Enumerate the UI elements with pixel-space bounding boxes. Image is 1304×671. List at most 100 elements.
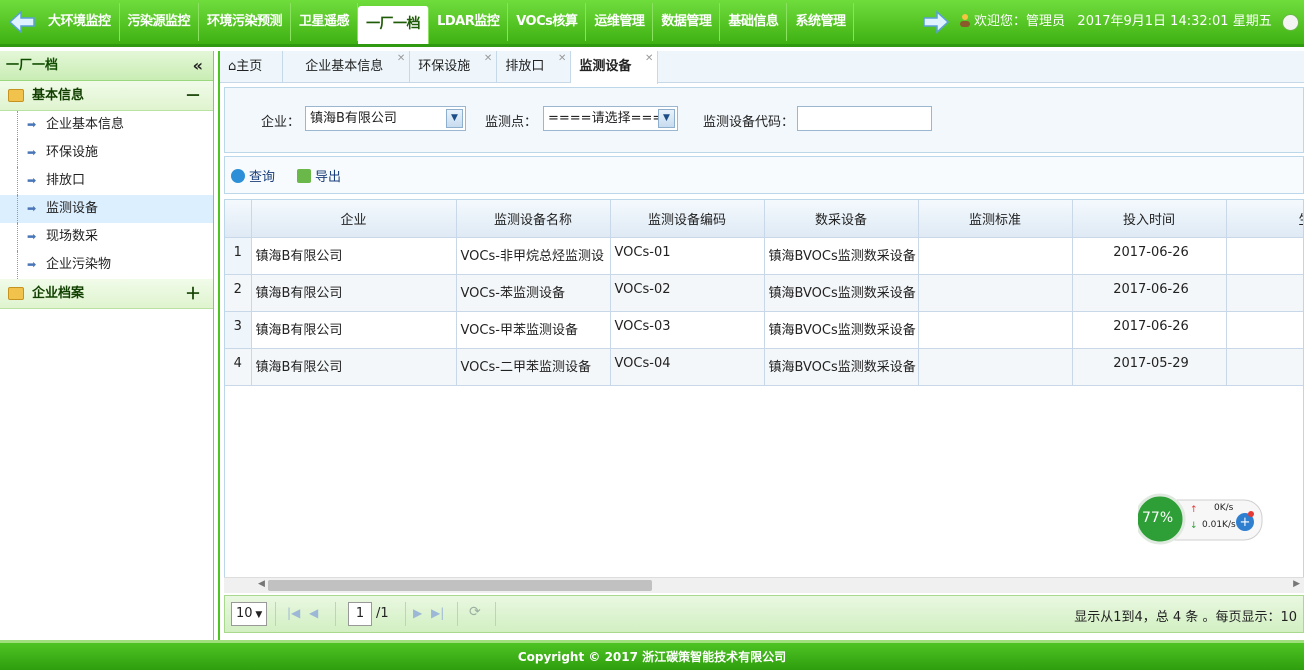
menu-item-pollution-source[interactable]: 污染源监控 [120, 3, 200, 41]
scroll-left-icon[interactable]: ◀ [258, 579, 265, 589]
toolbar: 查询 导出 [224, 156, 1304, 194]
collapse-group-icon[interactable]: － [185, 81, 201, 111]
menu-item-one-factory-one-file[interactable]: 一厂一档 [358, 6, 430, 44]
cell-enterprise: 镇海B有限公司 [251, 274, 457, 312]
menu-item-satellite[interactable]: 卫星遥感 [291, 3, 359, 41]
first-page-icon[interactable]: |◀ [287, 606, 300, 620]
arrow-icon: ➡ [27, 118, 37, 131]
column-header[interactable]: 企业 [251, 200, 457, 238]
collapse-sidebar-icon[interactable]: « [193, 51, 203, 81]
point-select-value: ====请选择=== [548, 111, 664, 126]
sidebar-group-enterprise-archive[interactable]: 企业档案 ＋ [0, 279, 213, 309]
column-header[interactable]: 数采设备 [764, 200, 919, 238]
menu-item-pollution-forecast[interactable]: 环境污染预测 [199, 3, 292, 41]
menu-item-big-env[interactable]: 大环境监控 [40, 3, 120, 41]
sidebar-item-label: 监测设备 [46, 201, 99, 216]
export-button[interactable]: 导出 [297, 166, 341, 185]
chevron-down-icon: ▼ [252, 610, 263, 620]
cell-standard [918, 237, 1073, 275]
sidebar-item-site-data[interactable]: ➡ 现场数采 [0, 223, 213, 251]
row-number: 3 [225, 311, 252, 349]
menu-item-ldar[interactable]: LDAR监控 [429, 3, 509, 41]
total-pages: /1 [376, 606, 389, 621]
tab-enterprise-info[interactable]: 企业基本信息 ✕ [283, 51, 411, 83]
close-icon[interactable]: ✕ [484, 43, 492, 75]
table-row[interactable]: 4 镇海B有限公司 VOCs-二甲苯监测设备 VOCs-04 镇海BVOCs监测… [225, 348, 1303, 386]
table-row[interactable]: 3 镇海B有限公司 VOCs-甲苯监测设备 VOCs-03 镇海BVOCs监测数… [225, 311, 1303, 349]
next-page-icon[interactable]: ▶ [413, 606, 422, 620]
top-navigation-bar: 大环境监控 污染源监控 环境污染预测 卫星遥感 一厂一档 LDAR监控 VOCs… [0, 0, 1304, 47]
close-icon[interactable]: ✕ [558, 43, 566, 75]
column-header[interactable]: 监测设备名称 [456, 200, 611, 238]
scroll-right-icon[interactable]: ▶ [1293, 579, 1300, 589]
upload-speed: 0K/s [1214, 503, 1234, 513]
device-code-input[interactable] [797, 106, 932, 131]
menu-item-ops[interactable]: 运维管理 [586, 3, 654, 41]
enterprise-select[interactable]: 镇海B有限公司 ▼ [305, 106, 466, 131]
sidebar-group-basic-info[interactable]: 基本信息 － [0, 81, 213, 111]
page-size-select[interactable]: 10 ▼ [231, 602, 267, 626]
svg-text:↓: ↓ [1190, 521, 1198, 531]
folder-icon [8, 89, 24, 102]
svg-text:↑: ↑ [1190, 505, 1198, 515]
folder-icon [8, 287, 24, 300]
nav-back-arrow-icon[interactable] [8, 10, 36, 34]
nav-forward-arrow-icon[interactable] [922, 10, 950, 34]
chevron-down-icon[interactable]: ▼ [446, 109, 463, 128]
tab-env-facility[interactable]: 环保设施 ✕ [410, 51, 498, 83]
filter-panel: 企业： 镇海B有限公司 ▼ 监测点： ====请选择=== ▼ 监测设备代码： [224, 87, 1304, 153]
cell-collector: 镇海BVOCs监测数采设备 [764, 311, 919, 349]
column-header[interactable]: 监测标准 [918, 200, 1073, 238]
close-icon[interactable]: ✕ [645, 43, 653, 75]
horizontal-scrollbar[interactable]: ◀ ▶ [224, 577, 1304, 593]
export-label: 导出 [315, 170, 342, 185]
current-page-input[interactable]: 1 [348, 602, 372, 626]
scrollbar-thumb[interactable] [268, 580, 652, 591]
enterprise-label: 企业： [261, 115, 301, 130]
cell-production [1226, 237, 1303, 275]
last-page-icon[interactable]: ▶| [431, 606, 444, 620]
monitoring-point-select[interactable]: ====请选择=== ▼ [543, 106, 678, 131]
copyright-text: Copyright © 2017 浙江碳策智能技术有限公司 [517, 650, 787, 664]
network-speed-widget[interactable]: + ↑ ↓ 77% 0K/s 0.01K/s [1134, 490, 1264, 548]
refresh-icon[interactable]: ⟳ [469, 604, 481, 620]
datetime: 2017年9月1日 14:32:01 星期五 [1077, 14, 1272, 29]
menu-item-basic-info[interactable]: 基础信息 [720, 3, 788, 41]
sidebar-item-label: 现场数采 [46, 229, 99, 244]
column-header[interactable]: 生产 [1226, 200, 1303, 238]
cell-collector: 镇海BVOCs监测数采设备 [764, 348, 919, 386]
download-speed: 0.01K/s [1202, 520, 1236, 530]
query-button[interactable]: 查询 [231, 166, 275, 185]
sidebar-item-enterprise-info[interactable]: ➡ 企业基本信息 [0, 111, 213, 139]
menu-item-system[interactable]: 系统管理 [787, 3, 855, 41]
prev-page-icon[interactable]: ◀ [309, 606, 318, 620]
sidebar-item-monitoring-device[interactable]: ➡ 监测设备 [0, 195, 213, 223]
expand-group-icon[interactable]: ＋ [185, 279, 201, 309]
tab-home[interactable]: ⌂主页 [220, 51, 284, 83]
tab-monitoring-device[interactable]: 监测设备 ✕ [571, 51, 659, 84]
table-row[interactable]: 2 镇海B有限公司 VOCs-苯监测设备 VOCs-02 镇海BVOCs监测数采… [225, 274, 1303, 312]
tab-bar: ⌂主页 企业基本信息 ✕ 环保设施 ✕ 排放口 ✕ 监测设备 ✕ [220, 51, 1304, 84]
cell-device-name: VOCs-甲苯监测设备 [456, 311, 611, 349]
cell-device-name: VOCs-非甲烷总烃监测设 [456, 237, 611, 275]
cell-device-code: VOCs-04 [610, 348, 765, 386]
chevron-down-icon[interactable]: ▼ [658, 109, 675, 128]
menu-item-data[interactable]: 数据管理 [653, 3, 721, 41]
column-header[interactable]: 监测设备编码 [610, 200, 765, 238]
divider [457, 602, 458, 626]
sidebar-item-pollutants[interactable]: ➡ 企业污染物 [0, 251, 213, 279]
tab-label: 企业基本信息 [305, 59, 384, 74]
sidebar: 一厂一档 « 基本信息 － ➡ 企业基本信息 ➡ 环保设施 ➡ 排放口 ➡ 监测设备 ➡… [0, 51, 214, 640]
sidebar-item-outlet[interactable]: ➡ 排放口 [0, 167, 213, 195]
logout-icon[interactable] [1282, 14, 1299, 31]
close-icon[interactable]: ✕ [397, 43, 405, 75]
tab-label: 排放口 [505, 59, 545, 74]
page-size-value: 10 [236, 606, 253, 621]
menu-item-vocs[interactable]: VOCs核算 [508, 3, 587, 41]
tab-outlet[interactable]: 排放口 ✕ [497, 51, 572, 83]
table-row[interactable]: 1 镇海B有限公司 VOCs-非甲烷总烃监测设 VOCs-01 镇海BVOCs监… [225, 237, 1303, 275]
refresh-icon [231, 169, 245, 183]
column-header[interactable]: 投入时间 [1072, 200, 1227, 238]
sidebar-item-env-facility[interactable]: ➡ 环保设施 [0, 139, 213, 167]
cell-production [1226, 274, 1303, 312]
